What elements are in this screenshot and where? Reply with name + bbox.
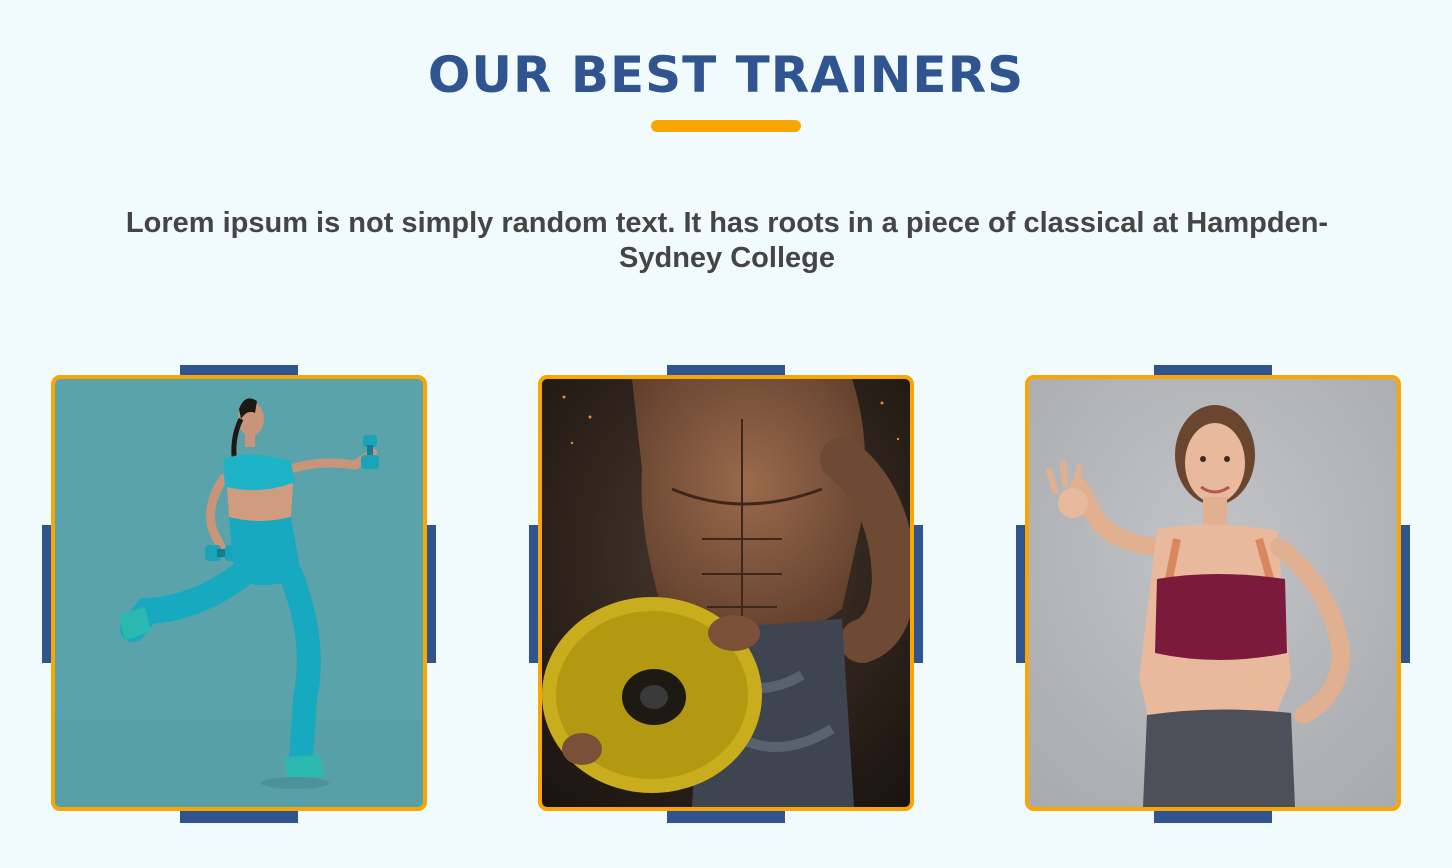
card-decor-bottom xyxy=(180,811,298,823)
trainer-photo-frame[interactable] xyxy=(1025,375,1401,811)
trainer-card-1[interactable] xyxy=(42,365,436,823)
trainer-photo-woman-running xyxy=(55,379,423,807)
card-decor-bottom xyxy=(667,811,785,823)
section-title: OUR BEST TRAINERS xyxy=(427,46,1025,104)
title-underline xyxy=(651,120,801,132)
trainer-photo-frame[interactable] xyxy=(51,375,427,811)
trainer-card-2[interactable] xyxy=(529,365,923,823)
trainer-photo-frame[interactable] xyxy=(538,375,914,811)
trainer-card-3[interactable] xyxy=(1016,365,1410,823)
trainer-photo-man-weight-plate xyxy=(542,379,910,807)
card-decor-bottom xyxy=(1154,811,1272,823)
section-description: Lorem ipsum is not simply random text. I… xyxy=(125,207,1329,274)
trainer-photo-woman-smiling xyxy=(1029,379,1397,807)
